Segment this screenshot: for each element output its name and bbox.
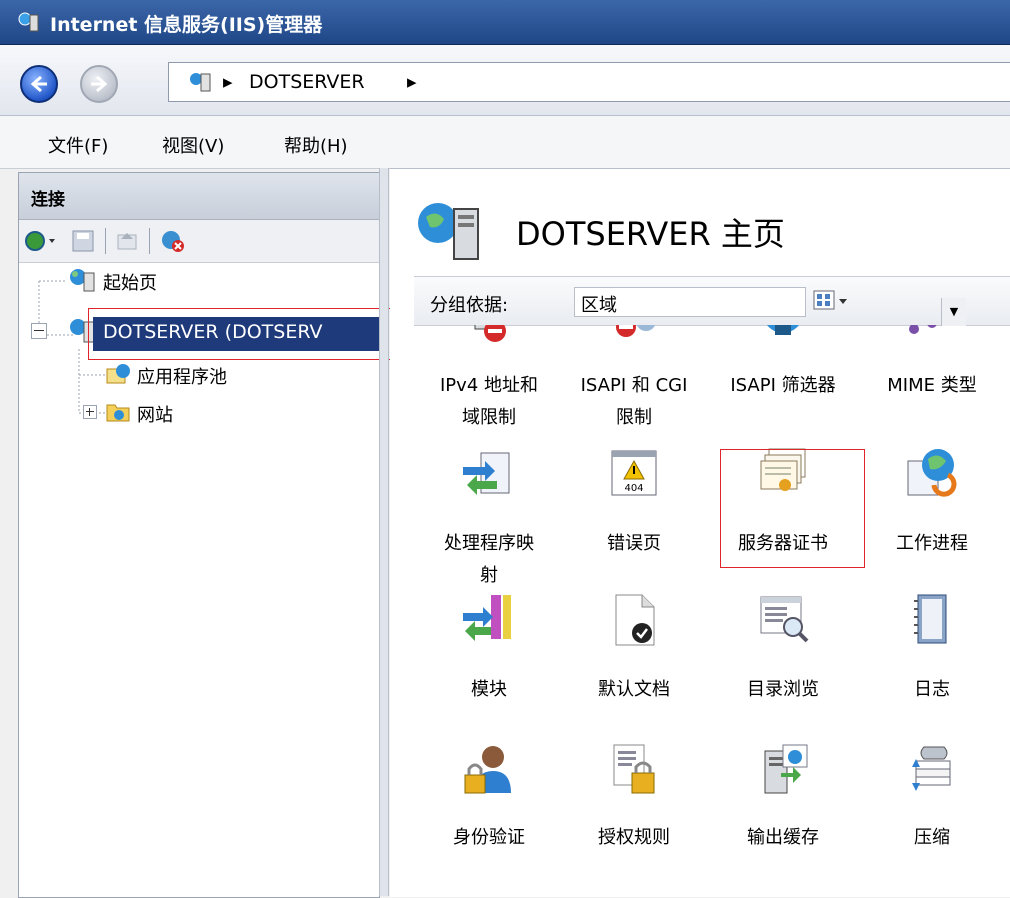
connections-pane: 连接 起始页 DOTSERVER (DOTSERV 应用程序池 网站 [18,172,380,898]
start-page-icon [70,269,95,292]
group-by-value: 区域 [581,295,617,316]
authorization-rules-icon [613,744,655,794]
feature-compression[interactable]: 压缩 [857,325,1007,897]
arrow-left-icon [30,75,47,93]
delete-connection-icon[interactable] [159,229,189,253]
up-level-icon[interactable] [115,229,141,253]
feature-label: 压缩 [914,827,950,848]
breadcrumb-separator-icon[interactable]: ▸ [407,71,417,93]
menu-bar: 文件(F) 视图(V) 帮助(H) [0,116,1010,169]
breadcrumb-separator-icon: ▸ [223,71,233,93]
group-by-select[interactable]: 区域 ▼ [574,287,966,326]
connections-toolbar [19,220,379,263]
feature-grid: IPv4 地址和 域限制 ISAPI 和 CGI 限制 ISAPI 筛选器 MIME 类型… [414,325,1010,897]
view-mode-icon[interactable] [812,289,852,313]
connect-icon[interactable] [25,229,59,253]
title-bar: Internet 信息服务(IIS)管理器 [0,0,1010,45]
page-title: DOTSERVER 主页 [516,215,785,253]
feature-label: 授权规则 [598,827,670,848]
forward-button[interactable] [80,65,118,103]
sites-folder-icon [106,404,130,422]
server-icon [190,73,211,92]
tree-item-start-page[interactable]: 起始页 [69,267,369,295]
back-button[interactable] [20,65,58,103]
feature-output-caching[interactable]: 输出缓存 [708,325,858,897]
feature-authentication[interactable]: 身份验证 [414,325,564,897]
tree-item-label: 起始页 [103,273,157,294]
feature-authorization-rules[interactable]: 授权规则 [559,325,709,897]
menu-file[interactable]: 文件(F) [48,132,108,158]
window-title: Internet 信息服务(IIS)管理器 [50,14,323,36]
tree-item-label: 网站 [137,405,173,426]
highlight-box-certificates [720,449,865,568]
feature-label: 身份验证 [453,827,525,848]
menu-view[interactable]: 视图(V) [162,132,224,158]
address-box[interactable]: ▸ DOTSERVER ▸ [168,62,1010,102]
features-view: DOTSERVER 主页 分组依据: 区域 ▼ IPv4 地址和 域限制 ISAPI… [390,168,1010,897]
chevron-down-icon[interactable]: ▼ [941,298,966,326]
output-caching-icon [764,744,808,794]
breadcrumb-server[interactable]: DOTSERVER [249,71,365,93]
group-by-label: 分组依据: [430,295,509,316]
connections-title: 连接 [31,190,65,210]
connections-header: 连接 [19,173,379,220]
compression-icon [912,746,951,791]
expand-toggle-icon[interactable] [83,405,97,419]
iis-app-icon [18,12,39,32]
tree-item-label: 应用程序池 [137,367,227,388]
collapse-toggle-icon[interactable] [31,323,47,339]
arrow-right-icon [91,75,108,93]
app-pool-icon [106,364,130,384]
feature-label: 输出缓存 [747,827,819,848]
tree-item-app-pools[interactable]: 应用程序池 [105,361,365,389]
pane-splitter[interactable] [379,168,389,896]
tree-item-sites[interactable]: 网站 [105,399,365,427]
save-icon[interactable] [71,229,97,253]
toolbar-separator [149,228,150,254]
authentication-icon [464,746,511,794]
toolbar-separator [105,228,106,254]
server-home-icon [418,203,479,260]
navigation-bar: ▸ DOTSERVER ▸ [0,45,1010,116]
group-by-bar: 分组依据: 区域 ▼ [414,276,1010,326]
menu-help[interactable]: 帮助(H) [284,132,348,158]
highlight-box-server [88,308,402,360]
